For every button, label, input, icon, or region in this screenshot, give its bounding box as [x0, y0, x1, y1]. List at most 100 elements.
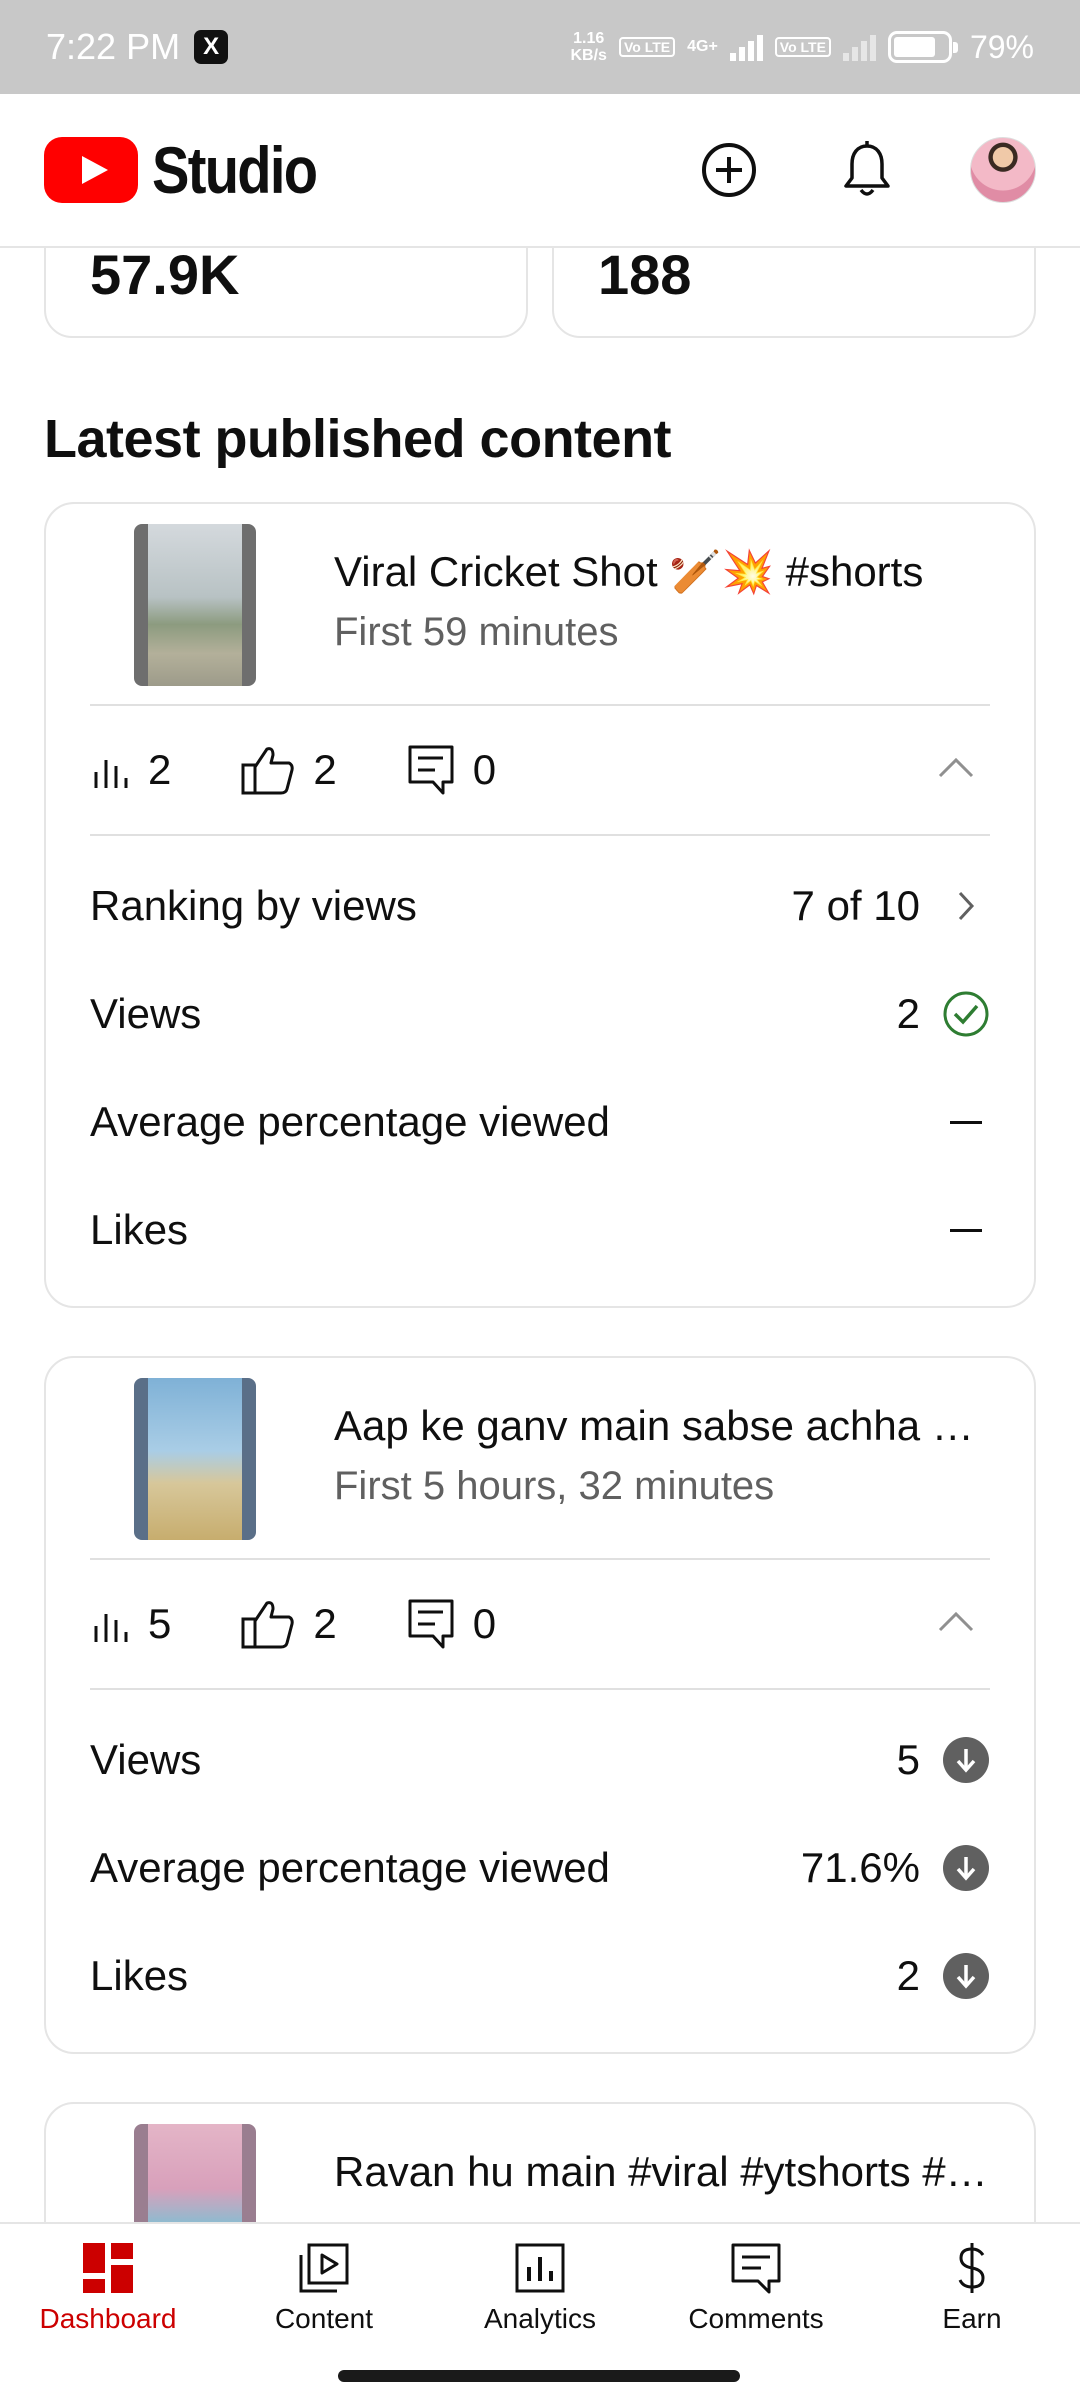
dash-icon — [942, 1206, 990, 1254]
row-value: 5 — [896, 1736, 920, 1783]
video-card: Viral Cricket Shot 🏏💥 #shorts First 59 m… — [44, 502, 1036, 1308]
video-title: Aap ke ganv main sabse achha khiladi kau… — [334, 1402, 994, 1449]
video-header[interactable]: Aap ke ganv main sabse achha khiladi kau… — [46, 1358, 1034, 1558]
status-bar: 7:22 PM X 1.16 KB/s Vo LTE 4G+ Vo LTE 79… — [0, 0, 1080, 94]
network-speed-unit: KB/s — [570, 47, 607, 64]
chevron-up-icon — [938, 1611, 974, 1631]
video-stats-rows: Views 5 Average percentage viewed 71.6% … — [46, 1690, 1034, 2052]
row-label: Average percentage viewed — [90, 1098, 610, 1145]
views-row: Views 2 — [46, 960, 1034, 1068]
network-speed: 1.16 KB/s — [571, 30, 607, 64]
comments-count: 0 — [472, 746, 497, 793]
row-value: 2 — [896, 990, 920, 1037]
network-speed-value: 1.16 — [573, 30, 605, 47]
nav-earn[interactable]: Earn — [864, 2224, 1080, 2352]
dollar-icon — [958, 2243, 985, 2293]
likes-row: Likes — [46, 1176, 1034, 1284]
video-period: First 5 hours, 32 minutes — [334, 1464, 775, 1508]
nav-comments[interactable]: Comments — [648, 2224, 864, 2352]
network-type: 4G+ — [687, 38, 718, 55]
volte-icon: Vo LTE — [618, 37, 676, 57]
nav-label: Earn — [942, 2303, 1002, 2334]
comments-metric: 0 — [407, 744, 496, 796]
check-circle-icon — [942, 990, 990, 1038]
comments-count: 0 — [472, 1600, 497, 1647]
row-value: 7 of 10 — [791, 882, 920, 929]
video-card: Aap ke ganv main sabse achha khiladi kau… — [44, 1356, 1036, 2054]
views-row: Views 5 — [46, 1706, 1034, 1814]
status-time: 7:22 PM — [46, 26, 181, 67]
create-icon — [702, 143, 756, 197]
video-title: Viral Cricket Shot 🏏💥 #shorts — [334, 548, 924, 595]
video-metrics: 2 2 0 — [46, 706, 1034, 834]
nav-dashboard[interactable]: Dashboard — [0, 2224, 216, 2352]
nav-content[interactable]: Content — [216, 2224, 432, 2352]
signal-strength-icon — [729, 33, 763, 61]
comments-metric: 0 — [407, 1598, 496, 1650]
row-label: Likes — [90, 1952, 189, 1999]
thumbs-up-icon — [241, 747, 295, 795]
nav-label: Analytics — [483, 2303, 597, 2334]
youtube-studio-logo[interactable]: Studio — [44, 132, 345, 208]
app-bar: Studio — [0, 94, 1080, 248]
likes-metric: 2 — [241, 745, 337, 795]
bar-chart-icon — [94, 1614, 128, 1642]
bar-chart-icon — [94, 760, 128, 788]
collapse-button[interactable] — [936, 1610, 976, 1639]
video-period: First 59 minutes — [334, 610, 619, 654]
summary-card[interactable]: 57.9K — [44, 248, 528, 338]
views-count: 5 — [148, 1600, 172, 1647]
nav-label: Content — [274, 2303, 374, 2334]
signal-strength-icon-2 — [842, 33, 876, 61]
row-label: Average percentage viewed — [90, 1844, 610, 1891]
video-thumbnail[interactable] — [134, 1378, 256, 1540]
video-thumbnail[interactable] — [134, 2124, 256, 2222]
comment-icon — [408, 1599, 454, 1649]
content-icon — [299, 2243, 349, 2293]
summary-value: 188 — [598, 248, 692, 306]
collapse-button[interactable] — [936, 756, 976, 785]
notifications-button[interactable] — [834, 137, 900, 203]
analytics-icon — [515, 2243, 565, 2293]
avg-percentage-row: Average percentage viewed — [46, 1068, 1034, 1176]
section-title: Latest published content — [44, 409, 672, 469]
video-header[interactable]: Ravan hu main #viral #ytshorts #shorts — [46, 2104, 1034, 2222]
row-value: 71.6% — [800, 1844, 920, 1891]
dashboard-icon — [83, 2243, 133, 2293]
row-label: Views — [90, 990, 202, 1037]
create-button[interactable] — [696, 137, 762, 203]
x-app-notification-icon: X — [194, 30, 229, 64]
battery-icon — [887, 31, 958, 63]
ranking-row[interactable]: Ranking by views 7 of 10 — [46, 852, 1034, 960]
nav-analytics[interactable]: Analytics — [432, 2224, 648, 2352]
arrow-down-circle-icon — [942, 1952, 990, 2000]
nav-label: Dashboard — [39, 2303, 177, 2334]
video-header[interactable]: Viral Cricket Shot 🏏💥 #shorts First 59 m… — [46, 504, 1034, 704]
arrow-down-circle-icon — [942, 1736, 990, 1784]
row-label: Views — [90, 1736, 202, 1783]
nav-label: Comments — [688, 2303, 824, 2334]
row-value: 2 — [896, 1952, 920, 1999]
summary-card[interactable]: 188 — [552, 248, 1036, 338]
video-card: Ravan hu main #viral #ytshorts #shorts — [44, 2102, 1036, 2222]
youtube-play-icon — [44, 137, 138, 203]
avg-percentage-row: Average percentage viewed 71.6% — [46, 1814, 1034, 1922]
volte-icon-2: Vo LTE — [774, 37, 831, 57]
account-avatar[interactable] — [970, 137, 1036, 203]
summary-value: 57.9K — [90, 248, 240, 306]
chevron-right-icon — [942, 882, 990, 930]
video-thumbnail[interactable] — [134, 524, 256, 686]
likes-metric: 2 — [241, 1599, 337, 1649]
comments-icon — [731, 2243, 781, 2294]
thumbs-up-icon — [241, 1601, 295, 1649]
status-indicators: 1.16 KB/s Vo LTE 4G+ Vo LTE 79% — [571, 29, 1035, 66]
app-bar-actions — [696, 137, 1036, 203]
gesture-home-bar[interactable] — [338, 2370, 740, 2382]
dashboard-content[interactable]: 57.9K 188 Latest published content Viral… — [0, 248, 1080, 2222]
arrow-down-circle-icon — [942, 1844, 990, 1892]
chevron-up-icon — [938, 757, 974, 777]
video-title: Ravan hu main #viral #ytshorts #shorts — [334, 2148, 994, 2195]
notification-bell-icon — [844, 141, 890, 196]
views-metric: 2 — [90, 746, 171, 794]
likes-count: 2 — [313, 746, 337, 793]
